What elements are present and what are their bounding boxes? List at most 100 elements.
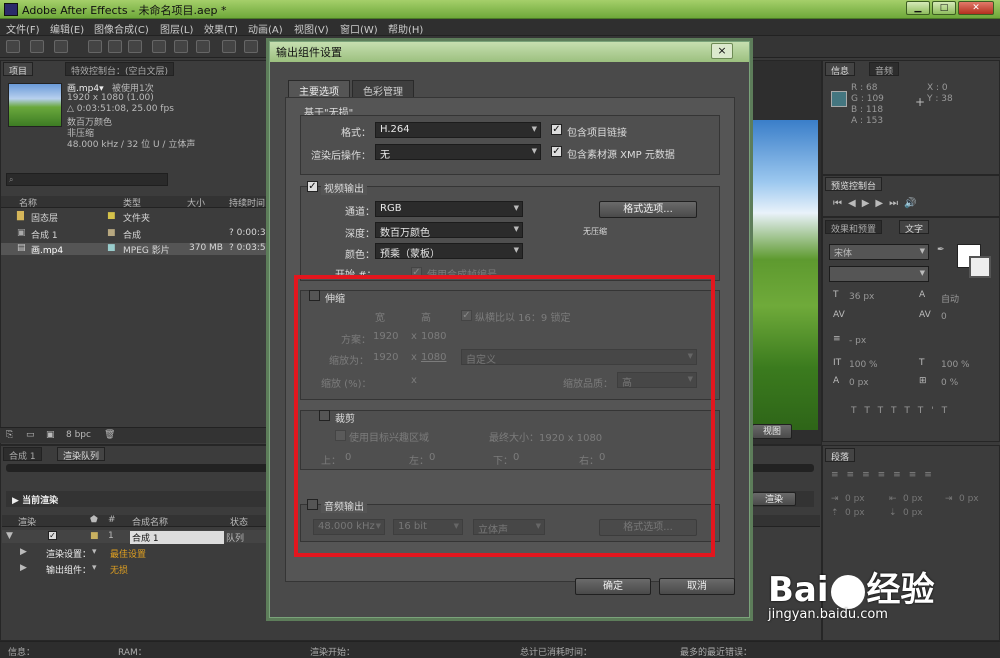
tsume-value[interactable]: 0 % — [941, 378, 958, 388]
minimize-button[interactable]: ▁ — [906, 1, 930, 15]
channels-select[interactable]: RGB — [375, 201, 523, 217]
col-size[interactable]: 大小 — [187, 196, 205, 209]
tab-info[interactable]: 信息 — [825, 62, 856, 77]
tab-preview[interactable]: 预览控制台 — [825, 177, 883, 192]
tab-effect-controls[interactable]: 特效控制台：(空白文层) — [65, 62, 175, 77]
font-size-value[interactable]: 36 px — [849, 292, 874, 302]
output-module-expand-icon[interactable]: ▶ — [20, 563, 27, 573]
mask-tool-icon[interactable] — [152, 40, 166, 53]
tsume-icon: ⊞ — [919, 376, 927, 386]
first-indent-value[interactable]: 0 px — [959, 494, 979, 504]
baseline-shift-value[interactable]: 0 px — [849, 378, 869, 388]
dialog-close-button[interactable]: × — [711, 43, 733, 59]
bpc-toggle[interactable]: 8 bpc — [66, 430, 91, 440]
color-select[interactable]: 预乘（蒙板） — [375, 243, 523, 260]
close-button[interactable]: ✕ — [958, 1, 994, 15]
menu-effect[interactable]: 效果(T) — [204, 21, 238, 36]
text-style-buttons-icon[interactable]: TTTTTT'T — [851, 406, 955, 416]
depth-select[interactable]: 数百万颜色 — [375, 222, 523, 239]
include-xmp-checkbox[interactable]: ✓ — [551, 146, 562, 157]
table-row[interactable]: ▇ 固态层 ■ 文件夹 — [1, 211, 269, 224]
render-settings-value[interactable]: 最佳设置 — [110, 547, 146, 560]
horizontal-scale-value[interactable]: 100 % — [941, 360, 970, 370]
menu-view[interactable]: 视图(V) — [294, 21, 329, 36]
render-settings-dropdown-icon[interactable]: ▾ — [92, 547, 97, 557]
expand-arrow-icon[interactable]: ▼ — [6, 531, 13, 541]
menu-layer[interactable]: 图层(L) — [160, 21, 193, 36]
stroke-width-value[interactable]: - px — [849, 336, 866, 346]
tracking-value[interactable]: 0 — [941, 312, 947, 322]
menu-composition[interactable]: 图像合成(C) — [94, 21, 149, 36]
footage-info-2: △ 0:03:51:08, 25.00 fps — [67, 104, 174, 114]
render-item-row[interactable]: ▼ ✓ ■ 1 合成 1 队列 — [2, 530, 270, 544]
output-module-value[interactable]: 无损 — [110, 563, 128, 576]
item-type: MPEG 影片 — [123, 246, 170, 256]
menu-file[interactable]: 文件(F) — [6, 21, 40, 36]
maximize-button[interactable]: □ — [932, 1, 956, 15]
baseline-shift-icon: A — [833, 376, 840, 386]
pan-behind-tool-icon[interactable] — [128, 40, 142, 53]
camera-tool-icon[interactable] — [108, 40, 122, 53]
video-output-checkbox[interactable]: ✓ — [307, 181, 318, 192]
tab-comp1[interactable]: 合成 1 — [3, 447, 42, 462]
render-button[interactable]: 渲染 — [752, 492, 796, 506]
leading-value[interactable]: 自动 — [941, 292, 959, 305]
text-tool-icon[interactable] — [196, 40, 210, 53]
search-icon: ⌕ — [9, 175, 14, 184]
menu-window[interactable]: 窗口(W) — [340, 21, 378, 36]
pen-tool-icon[interactable] — [174, 40, 188, 53]
tab-audio[interactable]: 音频 — [869, 62, 900, 77]
new-comp-icon[interactable]: ▣ — [46, 430, 55, 440]
new-folder-icon[interactable]: ▭ — [26, 430, 35, 440]
font-family-select[interactable]: 宋体 — [829, 244, 929, 260]
tab-main-options[interactable]: 主要选项 — [288, 80, 350, 98]
output-module-dropdown-icon[interactable]: ▾ — [92, 563, 97, 573]
render-checkbox[interactable]: ✓ — [48, 531, 57, 540]
post-render-select[interactable]: 无 — [375, 144, 541, 161]
menu-edit[interactable]: 编辑(E) — [50, 21, 84, 36]
horizontal-scale-icon: T — [919, 358, 925, 368]
align-buttons-icon[interactable]: ≡≡≡≡≡≡≡ — [831, 470, 940, 480]
tab-paragraph[interactable]: 段落 — [825, 448, 856, 463]
stamp-tool-icon[interactable] — [244, 40, 258, 53]
zoom-tool-icon[interactable] — [54, 40, 68, 53]
indent-left-value[interactable]: 0 px — [845, 494, 865, 504]
tab-render-queue[interactable]: 渲染队列 — [57, 447, 106, 462]
space-after-value[interactable]: 0 px — [903, 508, 923, 518]
stroke-color-swatch[interactable] — [969, 256, 991, 278]
menu-help[interactable]: 帮助(H) — [388, 21, 423, 36]
brush-tool-icon[interactable] — [222, 40, 236, 53]
vertical-scale-value[interactable]: 100 % — [849, 360, 878, 370]
tab-project[interactable]: 项目 — [3, 62, 34, 77]
view-dropdown[interactable]: 视图 — [752, 424, 792, 439]
paw-icon — [830, 574, 865, 609]
ok-button[interactable]: 确定 — [575, 578, 651, 595]
col-type[interactable]: 类型 — [123, 196, 141, 209]
col-duration[interactable]: 持续时间 — [229, 196, 265, 209]
include-link-checkbox[interactable]: ✓ — [551, 124, 562, 135]
project-search-input[interactable]: ⌕ — [6, 173, 168, 186]
tab-color-management[interactable]: 色彩管理 — [352, 80, 414, 98]
rotate-tool-icon[interactable] — [88, 40, 102, 53]
trash-icon[interactable]: 🗑 — [104, 430, 115, 440]
col-name[interactable]: 名称 — [19, 196, 37, 209]
eyedropper-icon[interactable]: ✒ — [937, 245, 945, 255]
format-group: 格式： H.264 ✓ 包含项目链接 渲染后操作： 无 ✓ 包含素材源 XMP … — [300, 115, 720, 175]
space-before-value[interactable]: 0 px — [845, 508, 865, 518]
format-options-button[interactable]: 格式选项... — [599, 201, 697, 218]
table-row[interactable]: ▣ 合成 1 ■ 合成 ? 0:00:30 — [1, 228, 271, 241]
tab-effects-presets[interactable]: 效果和预置 — [825, 220, 883, 235]
cancel-button[interactable]: 取消 — [659, 578, 735, 595]
font-style-select[interactable] — [829, 266, 929, 282]
interpret-footage-icon[interactable]: ⎘ — [6, 430, 13, 440]
hand-tool-icon[interactable] — [30, 40, 44, 53]
item-name: 合成 1 — [31, 231, 58, 241]
selection-tool-icon[interactable] — [6, 40, 20, 53]
indent-right-value[interactable]: 0 px — [903, 494, 923, 504]
format-select[interactable]: H.264 — [375, 122, 541, 138]
playback-controls-icon[interactable]: ⏮◀▶▶⏭🔊 — [833, 198, 923, 209]
table-row[interactable]: ▤ 画.mp4 ■ MPEG 影片 370 MB ? 0:03:51 — [1, 243, 271, 256]
render-settings-expand-icon[interactable]: ▶ — [20, 547, 27, 557]
tab-character[interactable]: 文字 — [899, 220, 930, 235]
menu-animation[interactable]: 动画(A) — [248, 21, 283, 36]
